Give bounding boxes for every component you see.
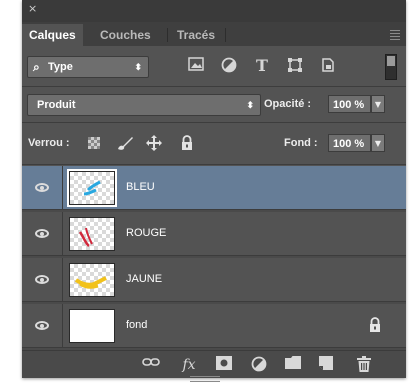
layer-name[interactable]: JAUNE (126, 258, 162, 301)
filter-type-select[interactable]: ⌕ Type ⬍ (27, 56, 149, 78)
delete-layer-icon[interactable] (355, 356, 373, 374)
visibility-cell (22, 166, 63, 209)
layer-row-rouge[interactable]: ROUGE (22, 212, 406, 256)
layer-name[interactable]: ROUGE (126, 212, 166, 255)
add-mask-icon[interactable] (215, 356, 233, 374)
blend-mode-select[interactable]: Produit ⬍ (27, 94, 261, 116)
layers-list: BLEU ROUGE JAUNE fond (22, 166, 406, 350)
fill-dropdown-icon[interactable]: ▼ (371, 134, 385, 152)
search-icon: ⌕ (33, 60, 40, 74)
panel-menu-icon[interactable] (390, 28, 400, 42)
layer-name[interactable]: BLEU (126, 166, 155, 209)
layers-panel: × Calques Couches Tracés ⌕ Type ⬍ T Prod… (22, 0, 406, 378)
lock-transparency-icon[interactable] (88, 137, 100, 149)
panel-titlebar: × (22, 0, 406, 22)
tab-separator (225, 28, 226, 42)
eye-icon[interactable] (35, 321, 49, 330)
new-group-icon[interactable] (284, 356, 302, 374)
blend-mode-value: Produit (37, 99, 76, 111)
new-adjustment-icon[interactable] (250, 356, 268, 374)
divider (22, 164, 406, 165)
layer-thumbnail (69, 263, 115, 297)
opacity-dropdown-icon[interactable]: ▼ (371, 95, 385, 113)
eye-icon[interactable] (35, 229, 49, 238)
layer-row-bleu[interactable]: BLEU (22, 166, 406, 210)
adjustment-filter-icon[interactable] (220, 57, 238, 75)
layer-row-jaune[interactable]: JAUNE (22, 258, 406, 302)
select-arrows-icon: ⬍ (134, 62, 142, 72)
tab-separator (167, 28, 168, 42)
layer-thumbnail (69, 309, 115, 343)
opacity-label: Opacité : (264, 98, 312, 110)
opacity-input[interactable]: 100 % (328, 95, 371, 113)
filter-row: ⌕ Type ⬍ T (22, 46, 406, 86)
red-stroke-thumbnail-art (78, 227, 93, 248)
tab-calques[interactable]: Calques (22, 24, 83, 46)
resize-grip-icon[interactable] (190, 376, 220, 382)
visibility-cell (22, 212, 63, 255)
fx-icon[interactable]: fx (180, 356, 198, 374)
image-filter-icon[interactable] (187, 57, 205, 75)
type-filter-icon[interactable]: T (253, 57, 271, 75)
fill-label: Fond : (284, 137, 318, 149)
visibility-cell (22, 304, 63, 347)
panel-bottom-toolbar: fx (22, 350, 406, 378)
yellow-stroke-thumbnail-art (74, 276, 107, 289)
eye-icon[interactable] (35, 275, 49, 284)
layer-lock-icon (368, 317, 382, 337)
panel-tabs: Calques Couches Tracés (22, 22, 406, 46)
visibility-cell (22, 258, 63, 301)
new-layer-icon[interactable] (317, 356, 335, 374)
filter-toggle-switch[interactable] (385, 54, 397, 80)
layer-thumbnail (67, 169, 117, 207)
shape-filter-icon[interactable] (286, 57, 304, 75)
divider (22, 86, 406, 87)
layer-name[interactable]: fond (126, 304, 147, 347)
lock-pixels-brush-icon[interactable] (116, 135, 133, 151)
eye-icon[interactable] (35, 183, 49, 192)
link-layers-icon[interactable] (142, 356, 160, 374)
lock-label: Verrou : (28, 137, 70, 149)
lock-row: Verrou : Fond : 100 % ▼ (22, 124, 406, 164)
tab-couches[interactable]: Couches (93, 24, 158, 46)
fill-input[interactable]: 100 % (328, 134, 371, 152)
tab-traces[interactable]: Tracés (170, 24, 222, 46)
close-icon[interactable]: × (28, 3, 37, 14)
lock-all-icon[interactable] (179, 135, 195, 151)
select-arrows-icon: ⬍ (246, 100, 254, 110)
filter-type-value: Type (48, 61, 73, 73)
divider (22, 122, 406, 123)
blend-row: Produit ⬍ Opacité : 100 % ▼ (22, 88, 406, 122)
smart-object-filter-icon[interactable] (319, 57, 337, 75)
layer-row-fond[interactable]: fond (22, 304, 406, 348)
layer-thumbnail (69, 217, 115, 251)
blue-stroke-thumbnail-art (83, 180, 101, 196)
lock-position-move-icon[interactable] (146, 135, 162, 151)
